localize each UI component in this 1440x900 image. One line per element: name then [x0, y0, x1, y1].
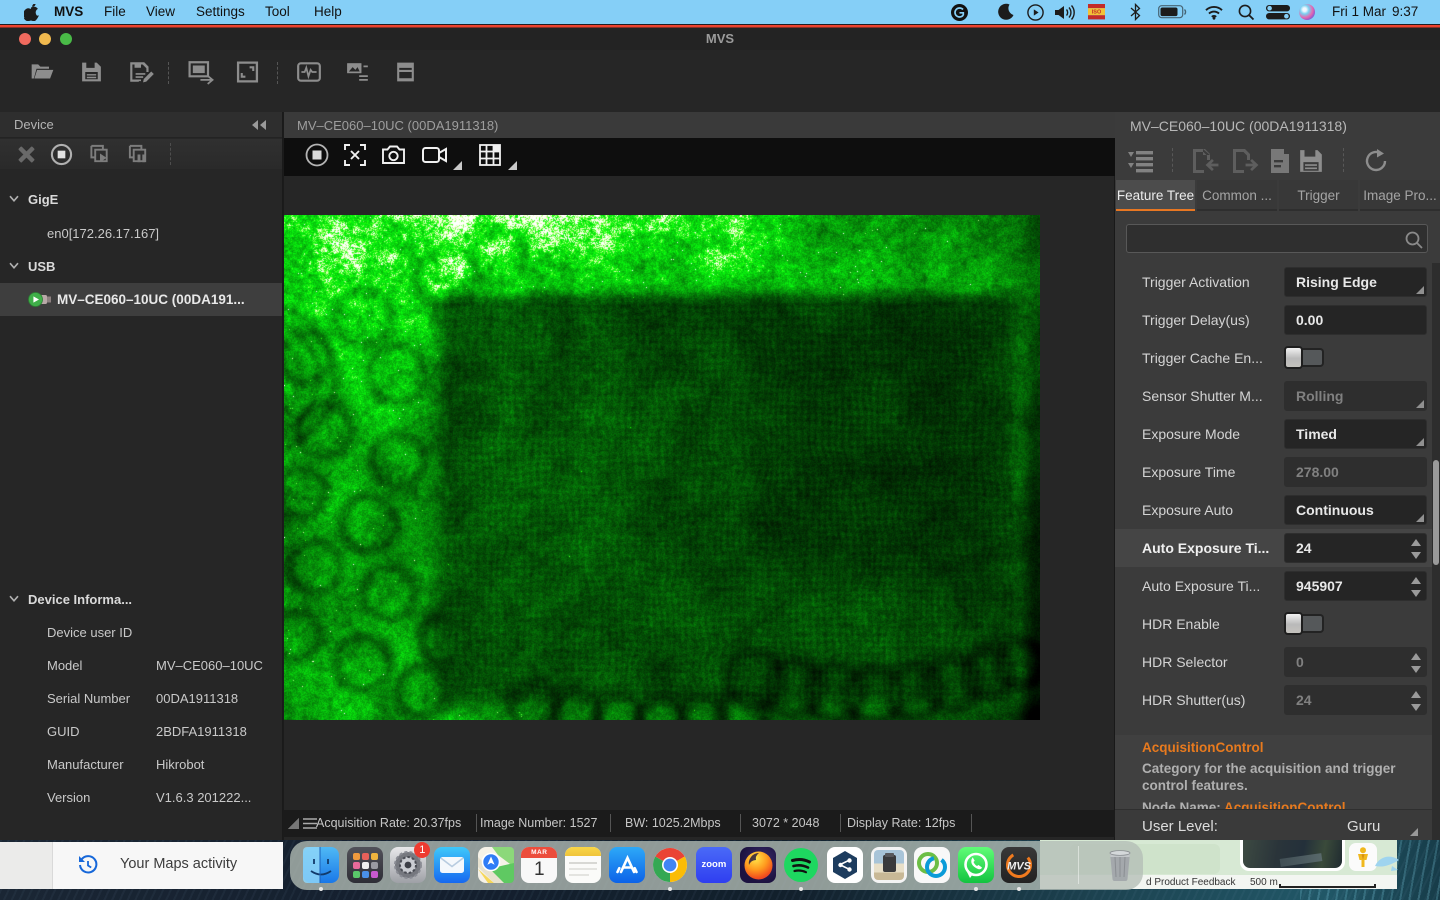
svg-text:ISO: ISO: [1092, 10, 1102, 16]
svg-text:MVS: MVS: [1007, 861, 1032, 873]
